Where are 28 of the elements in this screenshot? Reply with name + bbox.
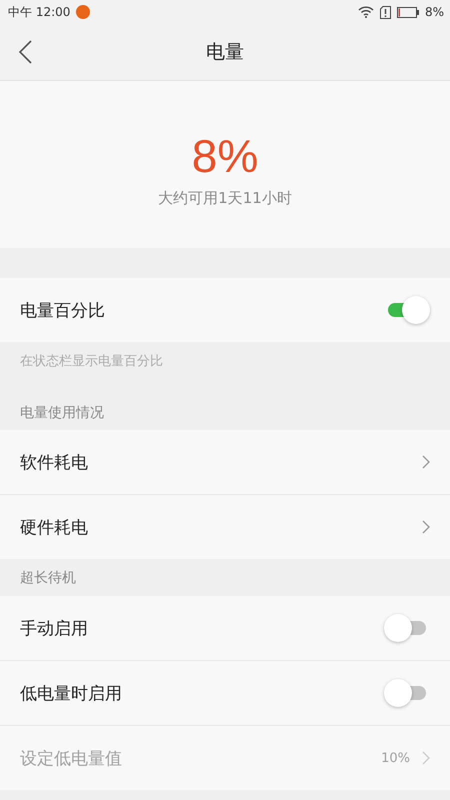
chevron-icon [422,751,430,765]
section-header: 超长待机 [20,568,76,586]
chevron-icon [422,520,430,534]
setting-row[interactable]: 电量百分比 [0,278,450,342]
remaining-time: 大约可用1天11小时 [158,189,292,208]
setting-row[interactable]: 低电量时启用 [0,661,450,726]
back-icon[interactable] [18,40,32,64]
battery-percent: 8% [424,5,444,19]
setting-label: 手动启用 [20,618,89,640]
setting-label: 硬件耗电 [20,516,89,538]
setting-label: 电量百分比 [20,300,106,322]
battery-percentage: 8% [192,129,258,183]
setting-label: 软件耗电 [20,452,89,474]
setting-hint: 在状态栏显示电量百分比 [20,353,163,370]
chevron-icon [422,455,430,469]
battery-icon [396,6,419,18]
setting-label: 低电量时启用 [20,682,123,704]
page-title: 电量 [206,40,244,65]
setting-label: 设定低电量值 [20,748,123,770]
setting-row[interactable]: 硬件耗电 [0,495,450,559]
setting-row[interactable]: 软件耗电 [0,430,450,495]
sim-alert-icon [380,6,391,18]
section-header: 电量使用情况 [20,404,104,422]
notification-icon [76,5,90,19]
setting-row[interactable]: 手动启用 [0,596,450,661]
status-time: 中午 12:00 [8,4,70,20]
wifi-icon [358,6,374,18]
setting-value: 10% [381,750,410,766]
